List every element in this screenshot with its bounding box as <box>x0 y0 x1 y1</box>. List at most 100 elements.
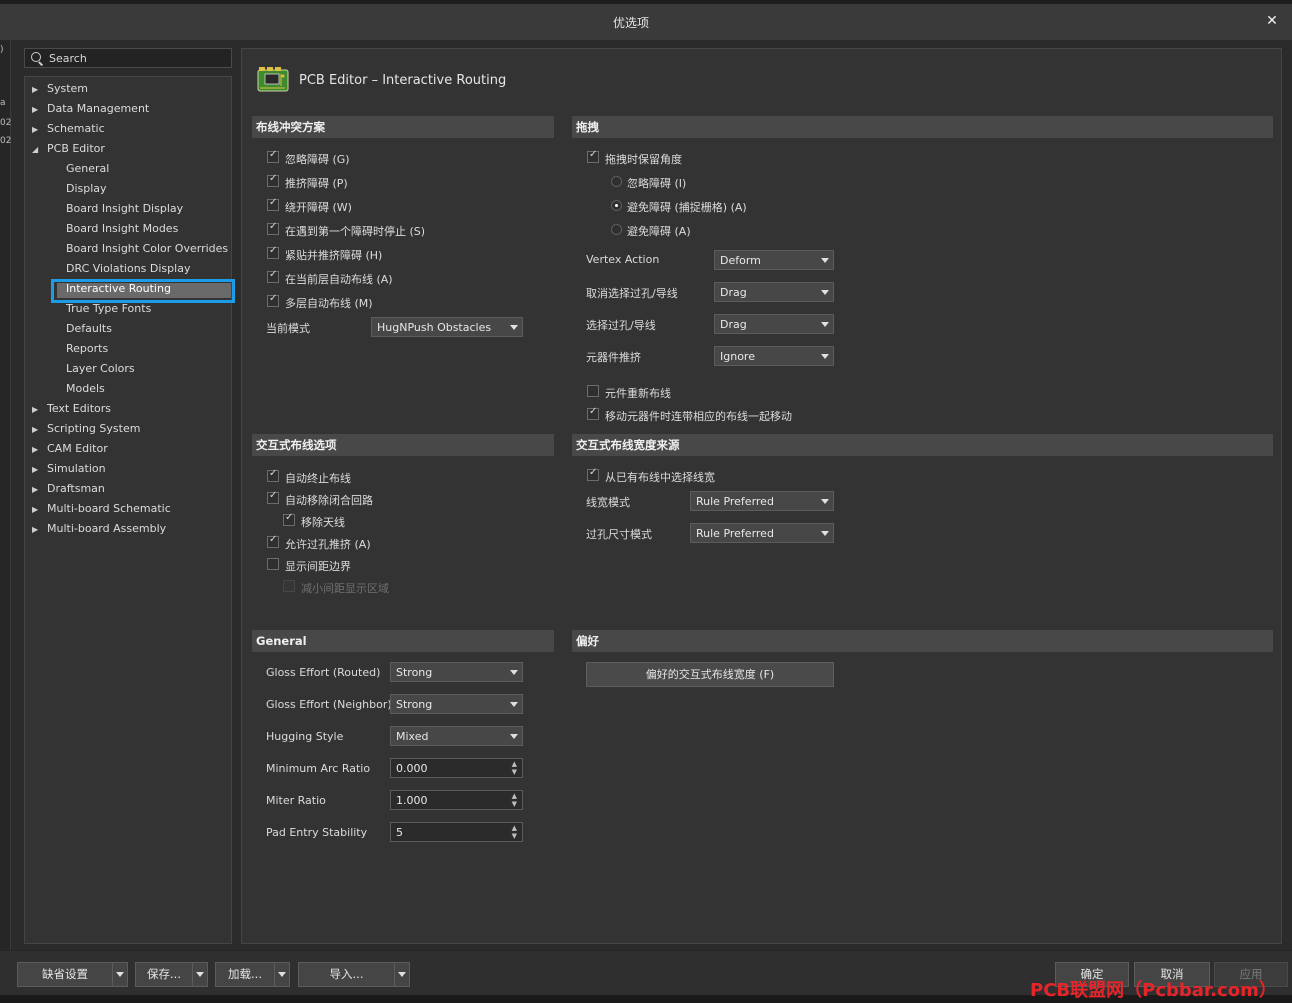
section-general-title: General <box>252 630 554 652</box>
search-icon <box>31 52 41 62</box>
interactive-checkbox-2[interactable] <box>283 512 295 526</box>
tree-item-multi-board-assembly[interactable]: Multi-board Assembly <box>47 519 166 539</box>
tree-item-true-type-fonts[interactable]: True Type Fonts <box>66 299 151 319</box>
tree-item-layer-colors[interactable]: Layer Colors <box>66 359 135 379</box>
tree-item-display[interactable]: Display <box>66 179 107 199</box>
spin-up-icon[interactable]: ▲ <box>512 825 517 832</box>
drag-value-1: Drag <box>720 286 747 299</box>
drag-value-0: Deform <box>720 254 761 267</box>
width-select-0[interactable]: Rule Preferred <box>690 491 834 511</box>
drag-select-0[interactable]: Deform <box>714 250 834 270</box>
general-spinner-5[interactable]: 5 ▲ ▼ <box>390 822 523 842</box>
expand-arrow-icon[interactable]: ▶ <box>32 485 38 494</box>
general-label-4: Miter Ratio <box>266 794 326 807</box>
drag-radio-0[interactable] <box>611 176 622 187</box>
tree-item-simulation[interactable]: Simulation <box>47 459 106 479</box>
page-title: PCB Editor – Interactive Routing <box>299 73 507 88</box>
tree-item-models[interactable]: Models <box>66 379 105 399</box>
tree-item-cam-editor[interactable]: CAM Editor <box>47 439 108 459</box>
conflict-checkbox-2[interactable] <box>267 197 279 211</box>
general-value-5: 5 <box>396 826 403 839</box>
chevron-down-icon <box>821 354 829 359</box>
conflict-checkbox-4[interactable] <box>267 245 279 259</box>
drag-select-2[interactable]: Drag <box>714 314 834 334</box>
general-spinner-4[interactable]: 1.000 ▲ ▼ <box>390 790 523 810</box>
expand-arrow-icon[interactable]: ▶ <box>32 85 38 94</box>
drag-extra-checkbox-1[interactable] <box>587 406 599 420</box>
expand-arrow-icon[interactable]: ▶ <box>32 465 38 474</box>
expand-arrow-icon[interactable]: ▶ <box>32 405 38 414</box>
footer-button-0[interactable]: 缺省设置 <box>17 962 128 987</box>
general-select-0[interactable]: Strong <box>390 662 523 682</box>
close-icon[interactable]: ✕ <box>1262 11 1282 31</box>
conflict-checkbox-5[interactable] <box>267 269 279 283</box>
tree-item-reports[interactable]: Reports <box>66 339 108 359</box>
tree-item-general[interactable]: General <box>66 159 109 179</box>
expand-arrow-icon[interactable]: ▶ <box>32 505 38 514</box>
collapse-arrow-icon[interactable]: ◢ <box>32 145 38 154</box>
expand-arrow-icon[interactable]: ▶ <box>32 425 38 434</box>
preferred-width-button[interactable]: 偏好的交互式布线宽度 (F) <box>586 662 834 687</box>
drag-extra-checkbox-0[interactable] <box>587 385 599 397</box>
width-select-1[interactable]: Rule Preferred <box>690 523 834 543</box>
spin-up-icon[interactable]: ▲ <box>512 793 517 800</box>
drag-radio-1[interactable] <box>611 200 622 211</box>
conflict-checkbox-3[interactable] <box>267 221 279 235</box>
general-select-2[interactable]: Mixed <box>390 726 523 746</box>
tree-item-board-insight-display[interactable]: Board Insight Display <box>66 199 183 219</box>
chevron-down-icon[interactable] <box>116 972 124 977</box>
chevron-down-icon[interactable] <box>278 972 286 977</box>
expand-arrow-icon[interactable]: ▶ <box>32 125 38 134</box>
window-title: 优选项 <box>612 16 649 30</box>
interactive-checkbox-5 <box>283 580 295 592</box>
general-select-1[interactable]: Strong <box>390 694 523 714</box>
spin-down-icon[interactable]: ▼ <box>512 769 517 776</box>
interactive-checkbox-0[interactable] <box>267 468 279 482</box>
interactive-checkbox-3[interactable] <box>267 534 279 548</box>
tree-item-multi-board-schematic[interactable]: Multi-board Schematic <box>47 499 171 519</box>
expand-arrow-icon[interactable]: ▶ <box>32 445 38 454</box>
footer-split <box>112 963 113 986</box>
tree-item-system[interactable]: System <box>47 79 88 99</box>
pick-existing-width-checkbox[interactable] <box>587 467 599 481</box>
chevron-down-icon <box>510 702 518 707</box>
tree-item-data-management[interactable]: Data Management <box>47 99 149 119</box>
expand-arrow-icon[interactable]: ▶ <box>32 105 38 114</box>
spin-down-icon[interactable]: ▼ <box>512 801 517 808</box>
chevron-down-icon <box>510 670 518 675</box>
chevron-down-icon[interactable] <box>398 972 406 977</box>
tree-item-interactive-routing[interactable]: Interactive Routing <box>66 279 171 299</box>
drag-select-1[interactable]: Drag <box>714 282 834 302</box>
footer-button-1[interactable]: 保存... <box>135 962 208 987</box>
tree-item-board-insight-color-overrides[interactable]: Board Insight Color Overrides <box>66 239 228 259</box>
general-spinner-3[interactable]: 0.000 ▲ ▼ <box>390 758 523 778</box>
drag-select-3[interactable]: Ignore <box>714 346 834 366</box>
footer-button-2[interactable]: 加载... <box>215 962 290 987</box>
tree-item-drc-violations-display[interactable]: DRC Violations Display <box>66 259 190 279</box>
interactive-checkbox-4[interactable] <box>267 558 279 570</box>
current-mode-select[interactable]: HugNPush Obstacles <box>371 317 523 337</box>
general-value-3: 0.000 <box>396 762 428 775</box>
tree-item-scripting-system[interactable]: Scripting System <box>47 419 140 439</box>
tree-item-defaults[interactable]: Defaults <box>66 319 112 339</box>
conflict-checkbox-6[interactable] <box>267 293 279 307</box>
edge-fragment: ) <box>0 45 4 55</box>
conflict-checkbox-1[interactable] <box>267 173 279 187</box>
search-input[interactable]: Search <box>24 48 232 68</box>
tree-item-pcb-editor[interactable]: PCB Editor <box>47 139 105 159</box>
tree-item-schematic[interactable]: Schematic <box>47 119 105 139</box>
interactive-checkbox-1[interactable] <box>267 490 279 504</box>
chevron-down-icon[interactable] <box>196 972 204 977</box>
footer-button-3[interactable]: 导入... <box>298 962 410 987</box>
tree-item-draftsman[interactable]: Draftsman <box>47 479 105 499</box>
spin-down-icon[interactable]: ▼ <box>512 833 517 840</box>
tree-item-text-editors[interactable]: Text Editors <box>47 399 111 419</box>
chevron-down-icon <box>510 325 518 330</box>
tree-item-board-insight-modes[interactable]: Board Insight Modes <box>66 219 178 239</box>
drag-radio-2[interactable] <box>611 224 622 235</box>
spin-up-icon[interactable]: ▲ <box>512 761 517 768</box>
expand-arrow-icon[interactable]: ▶ <box>32 525 38 534</box>
edge-fragment: 02 <box>0 136 12 146</box>
conflict-checkbox-0[interactable] <box>267 149 279 163</box>
keep-angle-checkbox[interactable] <box>587 149 599 163</box>
